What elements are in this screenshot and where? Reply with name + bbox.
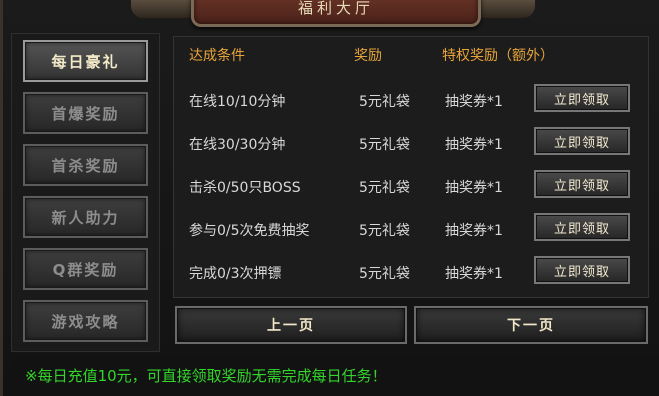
row-reward: 5元礼袋 [359, 137, 410, 153]
row-condition: 在线10/10分钟 [189, 94, 286, 110]
title-ornament-left [131, 0, 191, 18]
row-condition: 参与0/5次免费抽奖 [189, 223, 310, 239]
sidebar-item-qq-group[interactable]: Q群奖励 [23, 248, 148, 290]
header-privilege: 特权奖励（额外） [442, 48, 554, 64]
claim-button[interactable]: 立即领取 [534, 127, 630, 155]
claim-button[interactable]: 立即领取 [534, 84, 630, 112]
sidebar-item-newbie-help[interactable]: 新人助力 [23, 196, 148, 238]
title-plate: 福利大厅 [191, 0, 481, 27]
header-condition: 达成条件 [189, 48, 245, 64]
claim-button[interactable]: 立即领取 [534, 170, 630, 198]
claim-button[interactable]: 立即领取 [534, 256, 630, 284]
row-condition: 在线30/30分钟 [189, 137, 286, 153]
sidebar-item-first-kill[interactable]: 首杀奖励 [23, 144, 148, 186]
row-privilege: 抽奖券*1 [445, 223, 503, 239]
next-page-button[interactable]: 下一页 [414, 306, 648, 344]
row-reward: 5元礼袋 [359, 266, 410, 282]
row-reward: 5元礼袋 [359, 94, 410, 110]
row-condition: 完成0/3次押镖 [189, 266, 282, 282]
row-reward: 5元礼袋 [359, 223, 410, 239]
header-reward: 奖励 [354, 48, 382, 64]
sidebar-item-first-drop[interactable]: 首爆奖励 [23, 92, 148, 134]
prev-page-button[interactable]: 上一页 [175, 306, 407, 344]
sidebar: 每日豪礼 首爆奖励 首杀奖励 新人助力 Q群奖励 游戏攻略 [11, 33, 160, 352]
title-ornament-right [475, 0, 535, 18]
claim-button[interactable]: 立即领取 [534, 213, 630, 241]
recharge-notice: ※每日充值10元，可直接领取奖励无需完成每日任务！ [25, 367, 387, 385]
welfare-hall-window: 福利大厅 每日豪礼 首爆奖励 首杀奖励 新人助力 Q群奖励 游戏攻略 达成条件 … [0, 0, 659, 396]
window-title: 福利大厅 [297, 0, 374, 17]
row-privilege: 抽奖券*1 [445, 266, 503, 282]
row-condition: 击杀0/50只BOSS [189, 180, 301, 196]
sidebar-item-game-guide[interactable]: 游戏攻略 [23, 300, 148, 342]
reward-table: 达成条件 奖励 特权奖励（额外） 在线10/10分钟 5元礼袋 抽奖券*1 立即… [173, 36, 649, 298]
row-privilege: 抽奖券*1 [445, 137, 503, 153]
row-privilege: 抽奖券*1 [445, 94, 503, 110]
row-privilege: 抽奖券*1 [445, 180, 503, 196]
row-reward: 5元礼袋 [359, 180, 410, 196]
sidebar-item-daily-gift[interactable]: 每日豪礼 [23, 40, 148, 82]
